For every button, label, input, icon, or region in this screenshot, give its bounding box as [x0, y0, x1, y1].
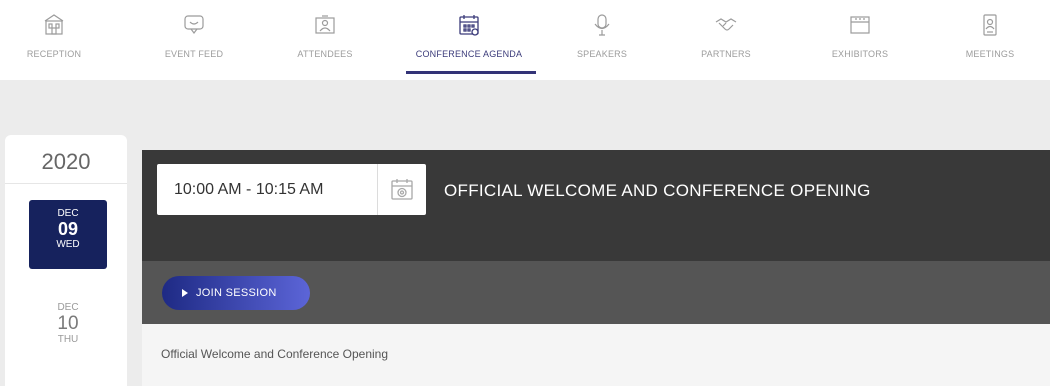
handshake-icon [715, 13, 737, 37]
nav-label: ATTENDEES [297, 49, 353, 59]
nav-label: EXHIBITORS [831, 49, 889, 59]
nav-item-event-feed[interactable]: EVENT FEED [152, 0, 236, 80]
nav-label: MEETINGS [965, 49, 1015, 59]
session-time-box: 10:00 AM - 10:15 AM [157, 164, 426, 215]
add-to-calendar-icon[interactable] [389, 178, 415, 202]
join-session-label: JOIN SESSION [196, 287, 277, 299]
divider [5, 183, 127, 184]
nav-label: CONFERENCE AGENDA [415, 49, 523, 59]
chat-bubble-icon [183, 13, 205, 37]
nav-item-reception[interactable]: RECEPTION [18, 0, 90, 80]
date-day: 10 [57, 313, 79, 334]
date-dec-09[interactable]: DEC 09 WED [29, 200, 107, 269]
join-session-button[interactable]: JOIN SESSION [162, 276, 310, 310]
divider [377, 164, 378, 215]
attendees-icon [314, 13, 336, 37]
date-weekday: WED [56, 239, 80, 250]
nav-label: SPEAKERS [576, 49, 628, 59]
date-weekday: THU [57, 334, 79, 345]
nav-item-partners[interactable]: PARTNERS [690, 0, 762, 80]
badge-icon [979, 13, 1001, 37]
play-icon [182, 289, 188, 297]
session-description: Official Welcome and Conference Opening [161, 347, 389, 361]
session-time: 10:00 AM - 10:15 AM [174, 181, 324, 198]
nav-label: PARTNERS [701, 49, 751, 59]
nav-label: RECEPTION [26, 49, 82, 59]
calendar-icon [458, 13, 480, 37]
date-day: 09 [57, 219, 79, 239]
session-title: OFFICIAL WELCOME AND CONFERENCE OPENING [444, 181, 871, 200]
nav-item-meetings[interactable]: MEETINGS [958, 0, 1022, 80]
nav-item-speakers[interactable]: SPEAKERS [570, 0, 634, 80]
nav-item-conference-agenda[interactable]: CONFERENCE AGENDA [404, 0, 536, 80]
nav-item-attendees[interactable]: ATTENDEES [286, 0, 364, 80]
top-navigation: RECEPTION EVENT FEED ATTENDEES CONFERENC… [0, 0, 1050, 80]
year-label: 2020 [41, 149, 91, 174]
date-month: DEC [57, 302, 79, 313]
active-tab-indicator [406, 71, 536, 74]
reception-icon [43, 13, 65, 37]
date-selector: 2020 DEC 09 WED DEC 10 THU [5, 135, 127, 386]
date-month: DEC [57, 208, 79, 219]
nav-label: EVENT FEED [164, 49, 224, 59]
date-dec-10[interactable]: DEC 10 THU [29, 295, 107, 365]
booth-icon [849, 13, 871, 37]
microphone-icon [591, 13, 613, 37]
nav-item-exhibitors[interactable]: EXHIBITORS [824, 0, 896, 80]
